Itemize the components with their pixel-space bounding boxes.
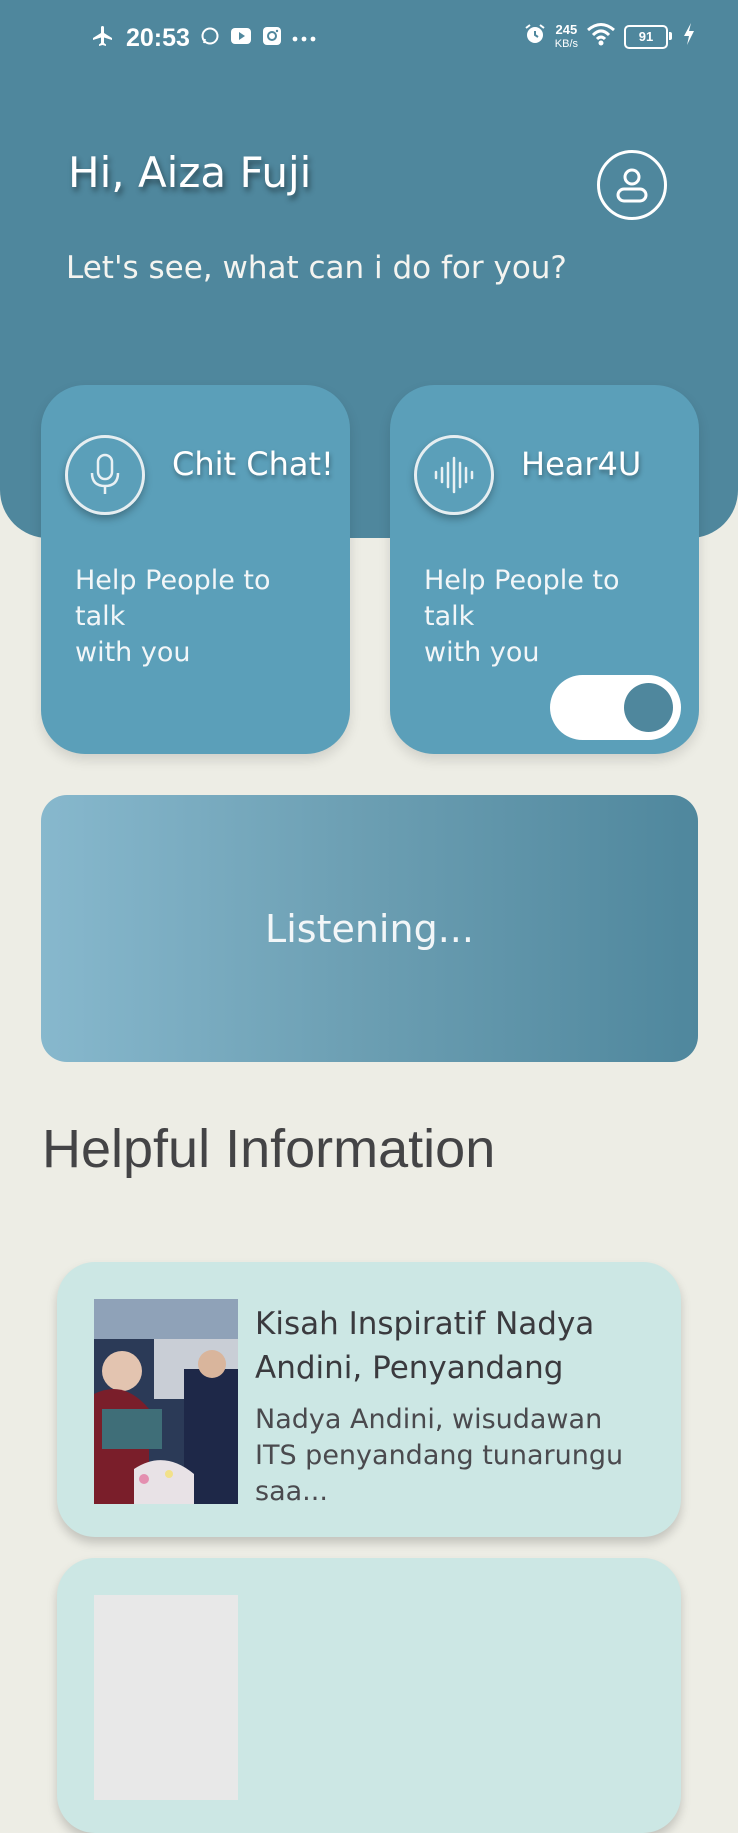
wifi-icon (586, 22, 616, 51)
airplane-icon (90, 24, 116, 53)
microphone-icon (65, 435, 145, 515)
hear4u-title: Hear4U (521, 445, 642, 483)
hear4u-card[interactable]: Hear4U Help People to talk with you (390, 385, 699, 754)
status-bar: 20:53 245 KB/s 91 (0, 0, 738, 80)
greeting-title: Hi, Aiza Fuji (68, 148, 312, 197)
hear4u-description: Help People to talk with you (424, 565, 620, 668)
profile-button[interactable] (597, 150, 667, 220)
chit-chat-title: Chit Chat! (172, 445, 334, 483)
more-dots-icon (292, 30, 316, 48)
toggle-knob (624, 683, 673, 732)
instagram-icon (262, 26, 282, 51)
youtube-icon (230, 27, 252, 50)
header-subtitle: Let's see, what can i do for you? (66, 250, 567, 286)
listening-panel[interactable]: Listening... (41, 795, 698, 1062)
status-time: 20:53 (126, 24, 190, 52)
article-card[interactable]: Kisah Inspiratif Nadya Andini, Penyandan… (57, 1262, 681, 1537)
chit-chat-description: Help People to talk with you (75, 565, 271, 668)
listening-status: Listening... (265, 906, 474, 951)
article-summary: Nadya Andini, wisudawan ITS penyandang t… (255, 1404, 624, 1507)
hear4u-toggle[interactable] (550, 675, 681, 740)
article-title: Kisah Inspiratif Nadya Andini, Penyandan… (255, 1306, 595, 1386)
sound-wave-icon (414, 435, 494, 515)
whatsapp-icon (200, 26, 220, 51)
network-speed: 245 KB/s (554, 21, 578, 51)
alarm-icon (523, 22, 547, 51)
charging-icon (682, 22, 696, 51)
network-speed-unit: KB/s (554, 37, 578, 50)
article-thumbnail (94, 1299, 238, 1504)
article-thumbnail (94, 1595, 238, 1800)
battery-level: 91 (638, 29, 654, 44)
network-speed-value: 245 (555, 21, 578, 37)
battery-icon: 91 (624, 24, 672, 49)
chit-chat-card[interactable]: Chit Chat! Help People to talk with you (41, 385, 350, 754)
article-card-partial[interactable] (57, 1558, 681, 1833)
helpful-info-heading: Helpful Information (42, 1119, 496, 1179)
